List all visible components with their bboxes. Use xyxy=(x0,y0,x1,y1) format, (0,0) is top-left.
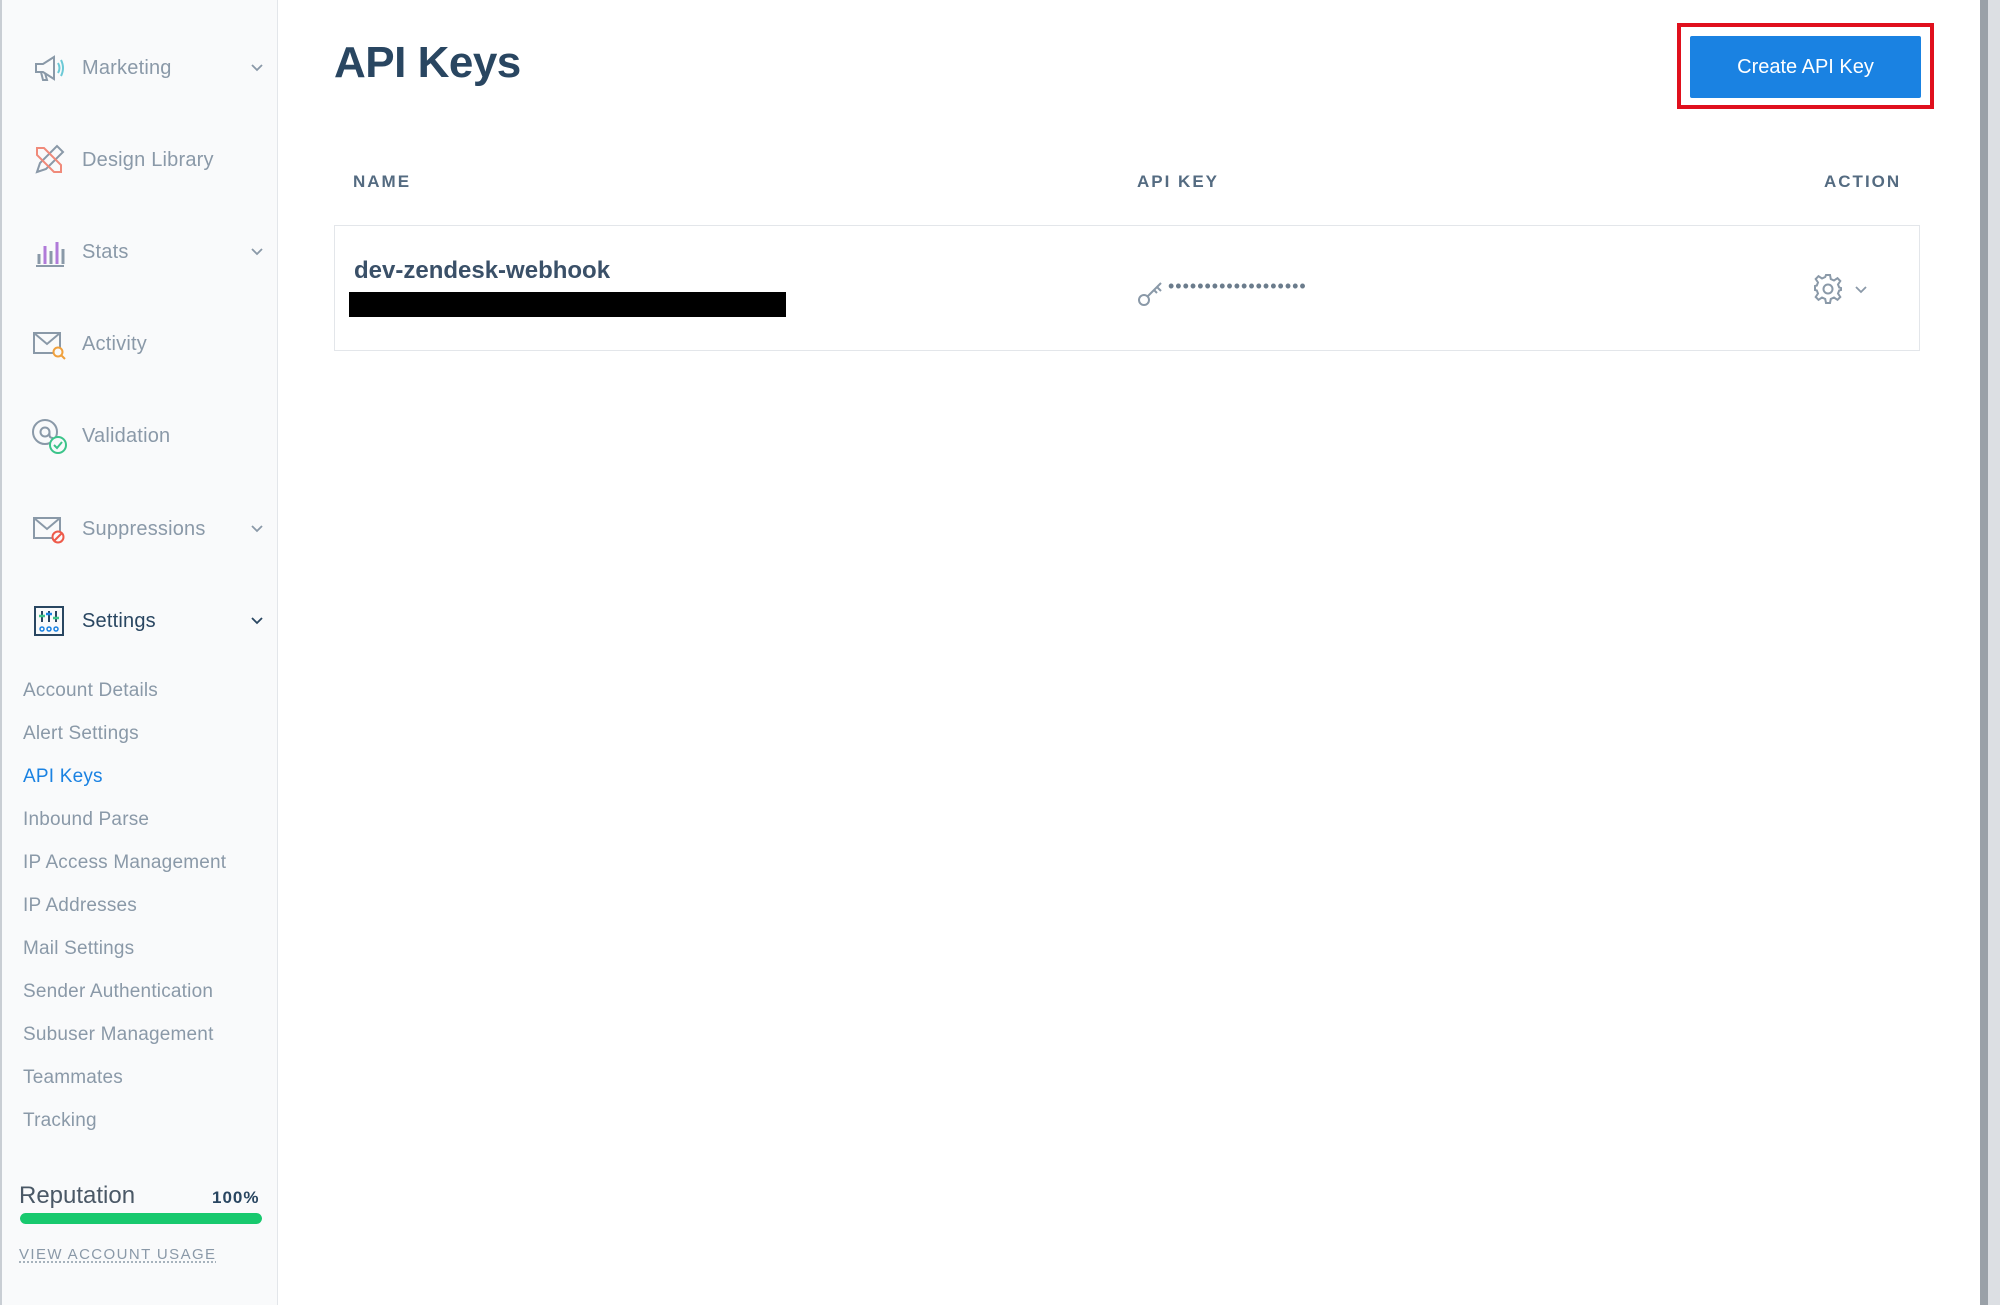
reputation-bar-fill xyxy=(20,1213,262,1224)
settings-item-alert-settings[interactable]: Alert Settings xyxy=(23,723,139,745)
sidebar-item-settings[interactable]: Settings xyxy=(2,591,279,651)
sidebar: Marketing Design Library Stats Activity … xyxy=(0,0,278,1305)
reputation-value: 100% xyxy=(212,1188,260,1207)
api-key-name: dev-zendesk-webhook xyxy=(354,257,611,284)
sidebar-item-label: Validation xyxy=(82,424,171,447)
chevron-down-icon xyxy=(250,614,264,628)
settings-item-inbound-parse[interactable]: Inbound Parse xyxy=(23,809,149,831)
sidebar-item-stats[interactable]: Stats xyxy=(2,222,279,282)
chevron-down-icon xyxy=(250,61,264,75)
column-header-name: NAME xyxy=(353,172,412,191)
sidebar-item-activity[interactable]: Activity xyxy=(2,314,279,374)
page-title: API Keys xyxy=(334,38,521,87)
settings-item-tracking[interactable]: Tracking xyxy=(23,1110,97,1132)
redacted-block xyxy=(349,292,786,317)
sidebar-item-validation[interactable]: Validation xyxy=(2,406,279,466)
settings-item-mail-settings[interactable]: Mail Settings xyxy=(23,938,134,960)
settings-sliders-icon xyxy=(28,600,70,642)
sidebar-item-label: Settings xyxy=(82,609,156,632)
api-key-masked-value: ••••••••••••••••••• xyxy=(1168,276,1307,296)
reputation-bar xyxy=(20,1213,262,1224)
settings-item-ip-access-management[interactable]: IP Access Management xyxy=(23,852,226,874)
reputation-label: Reputation xyxy=(19,1182,136,1209)
key-icon xyxy=(1136,278,1166,308)
sidebar-item-label: Marketing xyxy=(82,56,172,79)
sidebar-item-marketing[interactable]: Marketing xyxy=(2,38,279,98)
bar-chart-icon xyxy=(28,231,70,273)
column-header-action: ACTION xyxy=(1824,172,1902,191)
sidebar-item-label: Design Library xyxy=(82,148,214,171)
chevron-down-icon xyxy=(250,522,264,536)
megaphone-icon xyxy=(28,47,70,89)
sidebar-item-label: Stats xyxy=(82,240,129,263)
gear-icon[interactable] xyxy=(1812,273,1844,305)
scrollbar[interactable] xyxy=(1980,0,1988,1305)
table-row: dev-zendesk-webhook ••••••••••••••••••• xyxy=(334,225,1920,351)
settings-item-subuser-management[interactable]: Subuser Management xyxy=(23,1024,214,1046)
sidebar-item-label: Activity xyxy=(82,332,147,355)
chevron-down-icon xyxy=(250,245,264,259)
settings-item-ip-addresses[interactable]: IP Addresses xyxy=(23,895,137,917)
sidebar-item-suppressions[interactable]: Suppressions xyxy=(2,499,279,559)
settings-item-account-details[interactable]: Account Details xyxy=(23,680,158,702)
settings-item-api-keys[interactable]: API Keys xyxy=(23,766,103,788)
mail-search-icon xyxy=(28,323,70,365)
view-account-usage-link[interactable]: VIEW ACCOUNT USAGE xyxy=(19,1246,216,1263)
mail-blocked-icon xyxy=(28,508,70,550)
settings-item-teammates[interactable]: Teammates xyxy=(23,1067,123,1089)
create-api-key-button[interactable]: Create API Key xyxy=(1690,36,1921,98)
at-check-icon xyxy=(28,415,70,457)
settings-item-sender-authentication[interactable]: Sender Authentication xyxy=(23,981,213,1003)
column-header-api-key: API KEY xyxy=(1137,172,1220,191)
sidebar-item-label: Suppressions xyxy=(82,517,206,540)
chevron-down-icon[interactable] xyxy=(1853,282,1869,298)
design-tools-icon xyxy=(28,139,70,181)
sidebar-item-design-library[interactable]: Design Library xyxy=(2,130,279,190)
